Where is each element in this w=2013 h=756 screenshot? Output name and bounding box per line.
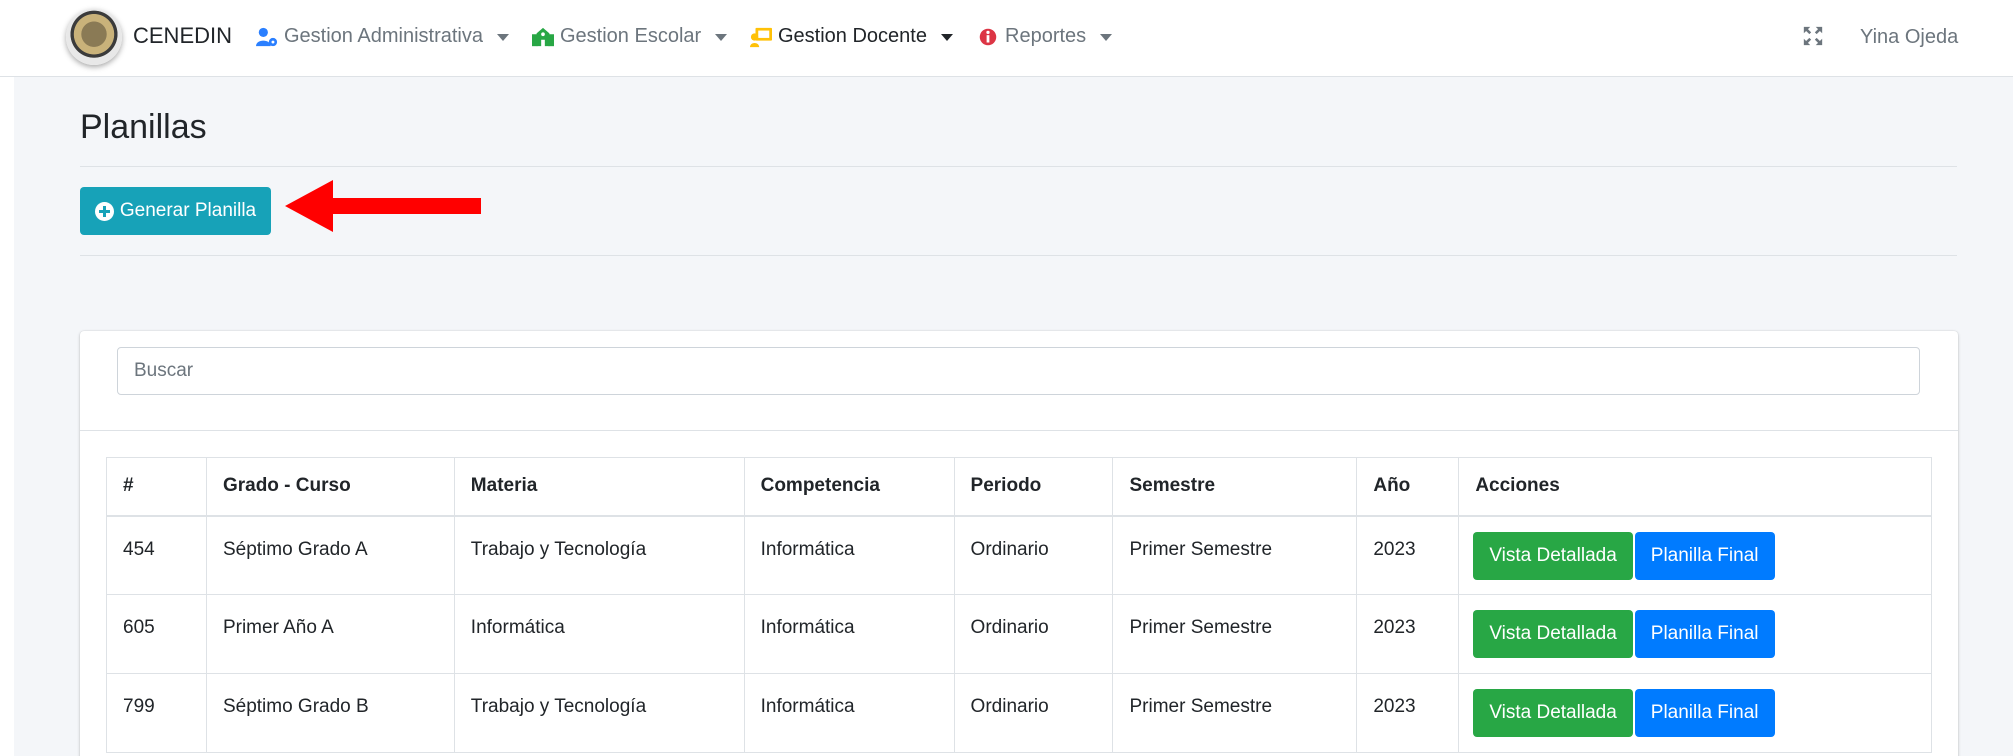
- cell-acciones: Vista Detallada Planilla Final: [1458, 673, 1932, 753]
- cell-materia: Informática: [453, 594, 745, 674]
- column-header: Año: [1356, 457, 1460, 517]
- planillas-table: # Grado - Curso Materia Competencia Peri…: [106, 457, 1932, 753]
- cell-anio: 2023: [1356, 515, 1460, 595]
- column-header: Acciones: [1458, 457, 1932, 517]
- brand-name[interactable]: CENEDIN: [133, 23, 232, 49]
- table-header-row: # Grado - Curso Materia Competencia Peri…: [106, 457, 1932, 517]
- nav-gestion-administrativa[interactable]: Gestion Administrativa: [256, 25, 509, 48]
- cell-grado: Primer Año A: [205, 594, 455, 674]
- planilla-final-button[interactable]: Planilla Final: [1634, 689, 1775, 737]
- cell-semestre: Primer Semestre: [1112, 594, 1358, 674]
- search-input[interactable]: [117, 347, 1920, 395]
- chevron-down-icon: [940, 34, 953, 41]
- column-header: Materia: [453, 457, 745, 517]
- vista-detallada-button[interactable]: Vista Detallada: [1473, 531, 1633, 580]
- cell-competencia: Informática: [743, 515, 955, 595]
- page-title: Planillas: [80, 108, 207, 146]
- school-icon: [532, 27, 554, 46]
- plus-circle-icon: [94, 201, 114, 221]
- generate-planilla-label: Generar Planilla: [119, 200, 257, 221]
- cell-acciones: Vista Detallada Planilla Final: [1458, 594, 1932, 674]
- cell-materia: Trabajo y Tecnología: [453, 515, 745, 595]
- generate-planilla-button[interactable]: Generar Planilla: [80, 187, 271, 235]
- planilla-final-button[interactable]: Planilla Final: [1634, 610, 1775, 658]
- cell-semestre: Primer Semestre: [1112, 673, 1358, 753]
- cell-anio: 2023: [1356, 673, 1460, 753]
- info-circle-icon: [979, 28, 997, 45]
- cell-competencia: Informática: [743, 594, 955, 674]
- cell-periodo: Ordinario: [953, 515, 1114, 595]
- divider: [80, 166, 1957, 167]
- cell-grado: Séptimo Grado A: [205, 515, 455, 595]
- cell-periodo: Ordinario: [953, 673, 1114, 753]
- cell-materia: Trabajo y Tecnología: [453, 673, 745, 753]
- nav-label: Gestion Administrativa: [284, 25, 483, 47]
- nav-gestion-escolar[interactable]: Gestion Escolar: [532, 25, 728, 48]
- cell-id: 454: [106, 515, 207, 595]
- cell-competencia: Informática: [743, 673, 955, 753]
- users-cog-icon: [256, 27, 278, 46]
- vista-detallada-button[interactable]: Vista Detallada: [1473, 610, 1633, 658]
- cell-id: 799: [106, 673, 207, 753]
- red-arrow-annotation: [285, 180, 481, 232]
- nav-gestion-docente[interactable]: Gestion Docente: [750, 25, 953, 48]
- column-header: Periodo: [953, 457, 1114, 517]
- vista-detallada-button[interactable]: Vista Detallada: [1473, 689, 1633, 737]
- expand-arrows-icon[interactable]: [1802, 25, 1824, 47]
- top-navbar: CENEDIN Gestion Administrativa Gestion E…: [0, 0, 2013, 77]
- table-row: 799 Séptimo Grado B Trabajo y Tecnología…: [106, 673, 1932, 753]
- cell-acciones: Vista Detallada Planilla Final: [1458, 515, 1932, 595]
- cell-grado: Séptimo Grado B: [205, 673, 455, 753]
- cell-periodo: Ordinario: [953, 594, 1114, 674]
- nav-reportes[interactable]: Reportes: [977, 25, 1113, 48]
- chevron-down-icon: [1100, 34, 1113, 41]
- user-menu[interactable]: Yina Ojeda: [1860, 26, 1958, 49]
- column-header: Competencia: [743, 457, 955, 517]
- table-row: 605 Primer Año A Informática Informática…: [106, 594, 1932, 674]
- nav-label: Reportes: [1005, 25, 1087, 47]
- nav-label: Gestion Escolar: [560, 25, 702, 47]
- nav-label: Gestion Docente: [778, 25, 927, 47]
- card-header: [80, 331, 1958, 431]
- column-header: #: [106, 457, 207, 517]
- cell-id: 605: [106, 594, 207, 674]
- chevron-down-icon: [715, 34, 728, 41]
- brand-logo[interactable]: [66, 9, 122, 65]
- divider: [80, 255, 1957, 256]
- cell-semestre: Primer Semestre: [1112, 515, 1358, 595]
- planilla-final-button[interactable]: Planilla Final: [1634, 531, 1775, 580]
- chevron-down-icon: [496, 34, 509, 41]
- column-header: Semestre: [1112, 457, 1358, 517]
- chalkboard-teacher-icon: [750, 27, 772, 47]
- cell-anio: 2023: [1356, 594, 1460, 674]
- column-header: Grado - Curso: [205, 457, 455, 517]
- table-row: 454 Séptimo Grado A Trabajo y Tecnología…: [106, 515, 1932, 595]
